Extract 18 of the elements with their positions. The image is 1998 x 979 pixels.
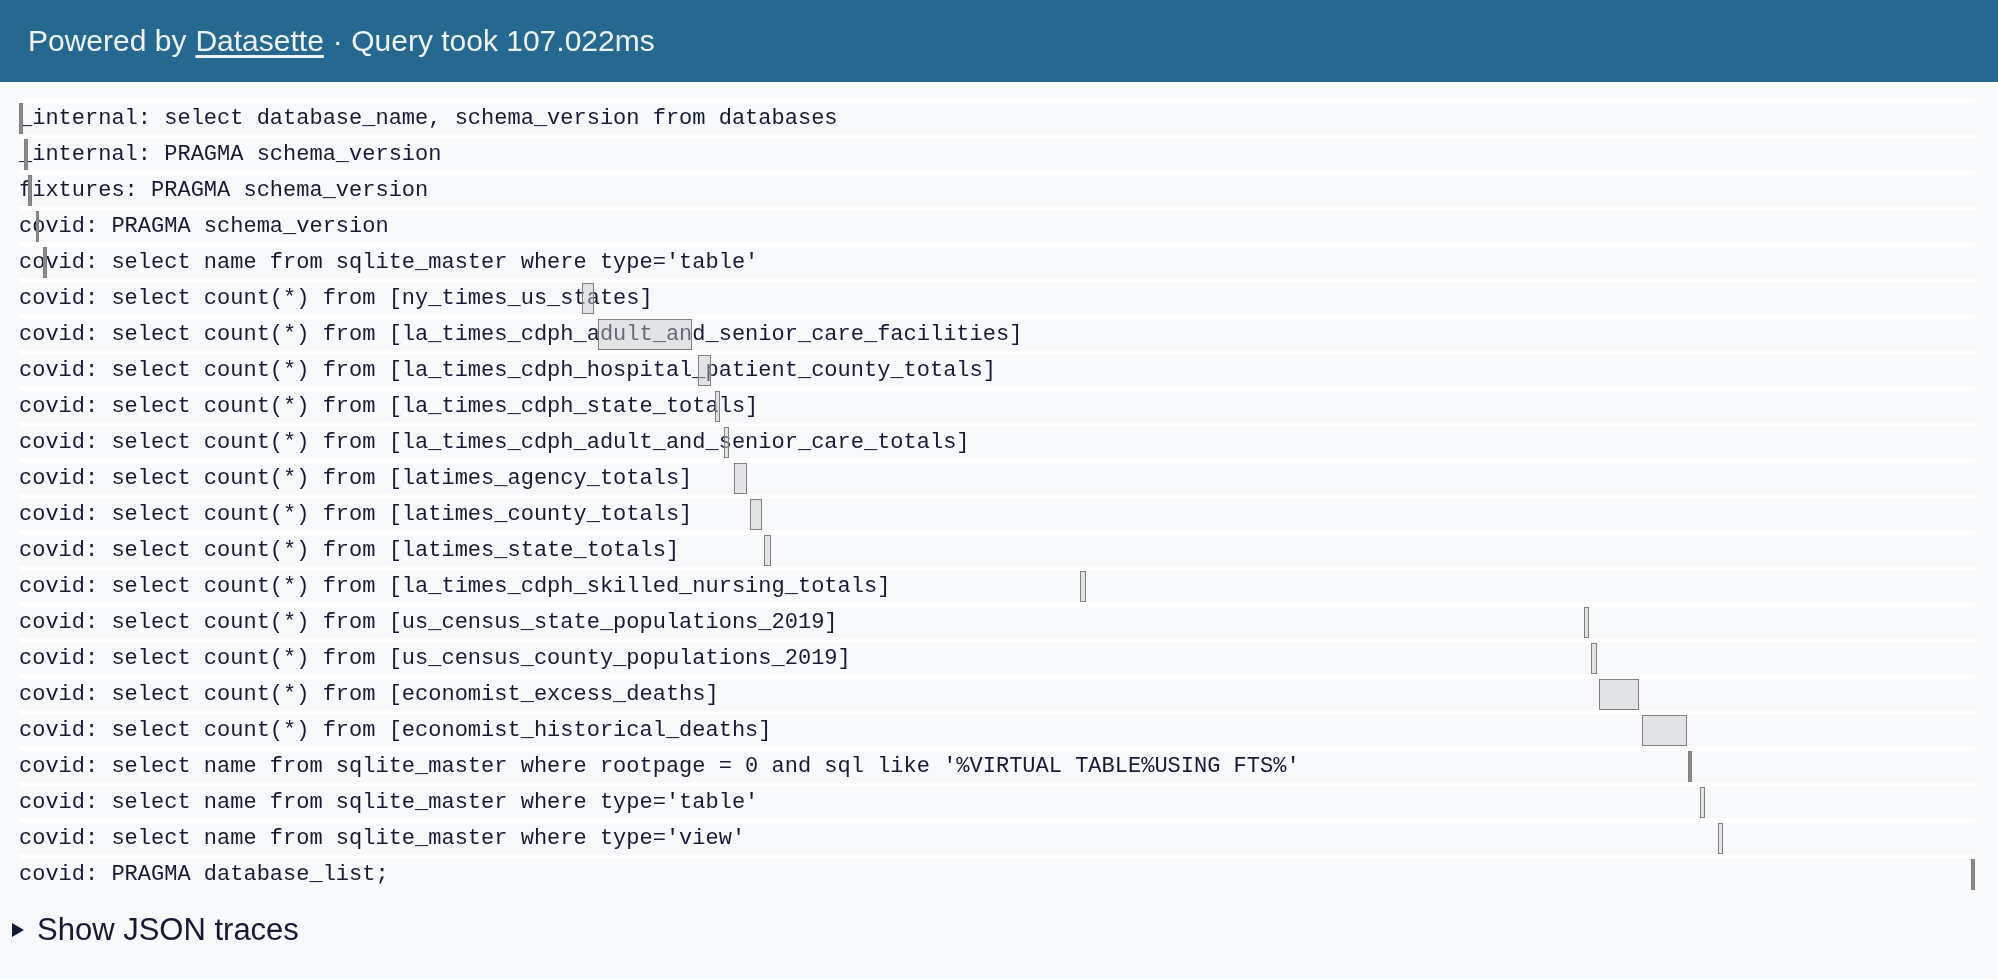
timing-bar: [1688, 751, 1693, 782]
show-json-traces-toggle[interactable]: Show JSON traces: [12, 912, 299, 948]
disclosure-triangle-icon: [12, 923, 24, 937]
timing-bar: [750, 499, 762, 530]
timing-bar: [764, 535, 771, 566]
powered-by-text: Powered by: [28, 24, 187, 58]
timing-bar: [1642, 715, 1687, 746]
timing-bar: [1699, 787, 1705, 818]
timing-bar: [1583, 607, 1589, 638]
timing-bar: [19, 103, 23, 134]
query-time-text: · Query took 107.022ms: [332, 24, 655, 58]
timing-bar: [1599, 679, 1639, 710]
datasette-link[interactable]: Datasette: [195, 24, 324, 58]
timing-bar: [1591, 643, 1597, 674]
timing-bar: [1080, 571, 1086, 602]
timing-bar: [733, 463, 747, 494]
timing-bar: [1971, 859, 1975, 890]
timing-bar: [1717, 823, 1723, 854]
